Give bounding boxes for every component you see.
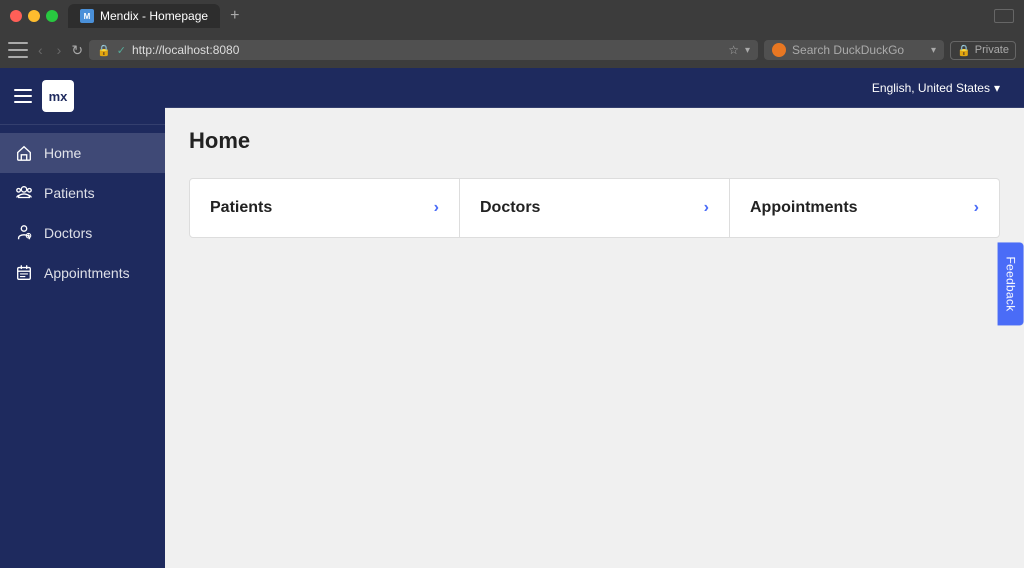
- sidebar-item-doctors-label: Doctors: [44, 225, 92, 241]
- sidebar-item-patients[interactable]: Patients: [0, 173, 165, 213]
- lock-icon: ✓: [117, 44, 126, 57]
- duckduckgo-icon: [772, 43, 786, 57]
- minimize-traffic-light[interactable]: [28, 10, 40, 22]
- lock-icon: 🔒: [957, 44, 971, 57]
- language-label: English, United States: [872, 81, 990, 95]
- bookmark-icon[interactable]: ☆: [728, 43, 739, 57]
- doctors-card-label: Doctors: [480, 199, 540, 217]
- appointments-card[interactable]: Appointments ›: [730, 178, 1000, 238]
- app-content-wrapper: English, United States ▾ Home Patients ›…: [165, 68, 1024, 568]
- address-text: http://localhost:8080: [132, 43, 722, 57]
- page-title: Home: [189, 128, 1000, 154]
- new-tab-button[interactable]: +: [224, 5, 245, 27]
- close-traffic-light[interactable]: [10, 10, 22, 22]
- search-placeholder: Search DuckDuckGo: [792, 43, 925, 57]
- sidebar-item-doctors[interactable]: Doctors: [0, 213, 165, 253]
- sidebar-item-appointments[interactable]: Appointments: [0, 253, 165, 293]
- main-content: Home Patients › Doctors › Appointments ›: [165, 108, 1024, 568]
- traffic-lights: [10, 10, 58, 22]
- app-layout: mx Home: [0, 68, 1024, 568]
- appointments-card-label: Appointments: [750, 199, 858, 217]
- browser-titlebar: M Mendix - Homepage +: [0, 0, 1024, 32]
- private-label: Private: [975, 44, 1009, 56]
- chevron-down-icon: ▾: [994, 81, 1000, 95]
- tab-favicon: M: [80, 9, 94, 23]
- appointments-icon: [14, 263, 34, 283]
- browser-chrome: M Mendix - Homepage + ‹ › ↻ 🔒 ✓ http://l…: [0, 0, 1024, 68]
- search-dropdown-icon[interactable]: ▾: [931, 45, 936, 56]
- appointments-card-arrow: ›: [974, 199, 979, 217]
- app-logo: mx: [42, 80, 74, 112]
- maximize-traffic-light[interactable]: [46, 10, 58, 22]
- tab-bar: M Mendix - Homepage +: [68, 4, 994, 28]
- doctors-icon: [14, 223, 34, 243]
- sidebar-item-home[interactable]: Home: [0, 133, 165, 173]
- home-icon: [14, 143, 34, 163]
- hamburger-button[interactable]: [14, 89, 32, 103]
- feedback-button[interactable]: Feedback: [997, 242, 1023, 325]
- patients-card-label: Patients: [210, 199, 272, 217]
- sidebar-nav: Home Patients: [0, 125, 165, 301]
- sidebar-item-home-label: Home: [44, 145, 81, 161]
- patients-card[interactable]: Patients ›: [189, 178, 460, 238]
- browser-toolbar: ‹ › ↻ 🔒 ✓ http://localhost:8080 ☆ ▾ Sear…: [0, 32, 1024, 68]
- patients-card-arrow: ›: [434, 199, 439, 217]
- doctors-card[interactable]: Doctors ›: [460, 178, 730, 238]
- back-button[interactable]: ‹: [34, 40, 47, 60]
- cards-row: Patients › Doctors › Appointments ›: [189, 178, 1000, 238]
- window-controls: [994, 9, 1014, 23]
- feedback-button-wrapper: Feedback: [997, 242, 1023, 325]
- app-topbar: English, United States ▾: [165, 68, 1024, 108]
- doctors-card-arrow: ›: [704, 199, 709, 217]
- reload-button[interactable]: ↻: [71, 42, 83, 59]
- patients-icon: [14, 183, 34, 203]
- address-dropdown-icon[interactable]: ▾: [745, 45, 750, 56]
- search-bar[interactable]: Search DuckDuckGo ▾: [764, 40, 944, 60]
- sidebar-header: mx: [0, 68, 165, 125]
- tab-title: Mendix - Homepage: [100, 9, 208, 23]
- sidebar-item-appointments-label: Appointments: [44, 265, 130, 281]
- active-tab[interactable]: M Mendix - Homepage: [68, 4, 220, 28]
- forward-button[interactable]: ›: [53, 40, 66, 60]
- address-bar[interactable]: 🔒 ✓ http://localhost:8080 ☆ ▾: [89, 40, 758, 60]
- shield-icon: 🔒: [97, 44, 111, 57]
- sidebar-item-patients-label: Patients: [44, 185, 95, 201]
- private-badge: 🔒 Private: [950, 41, 1016, 60]
- sidebar: mx Home: [0, 68, 165, 568]
- language-selector[interactable]: English, United States ▾: [864, 77, 1008, 99]
- sidebar-toggle-button[interactable]: [8, 42, 28, 58]
